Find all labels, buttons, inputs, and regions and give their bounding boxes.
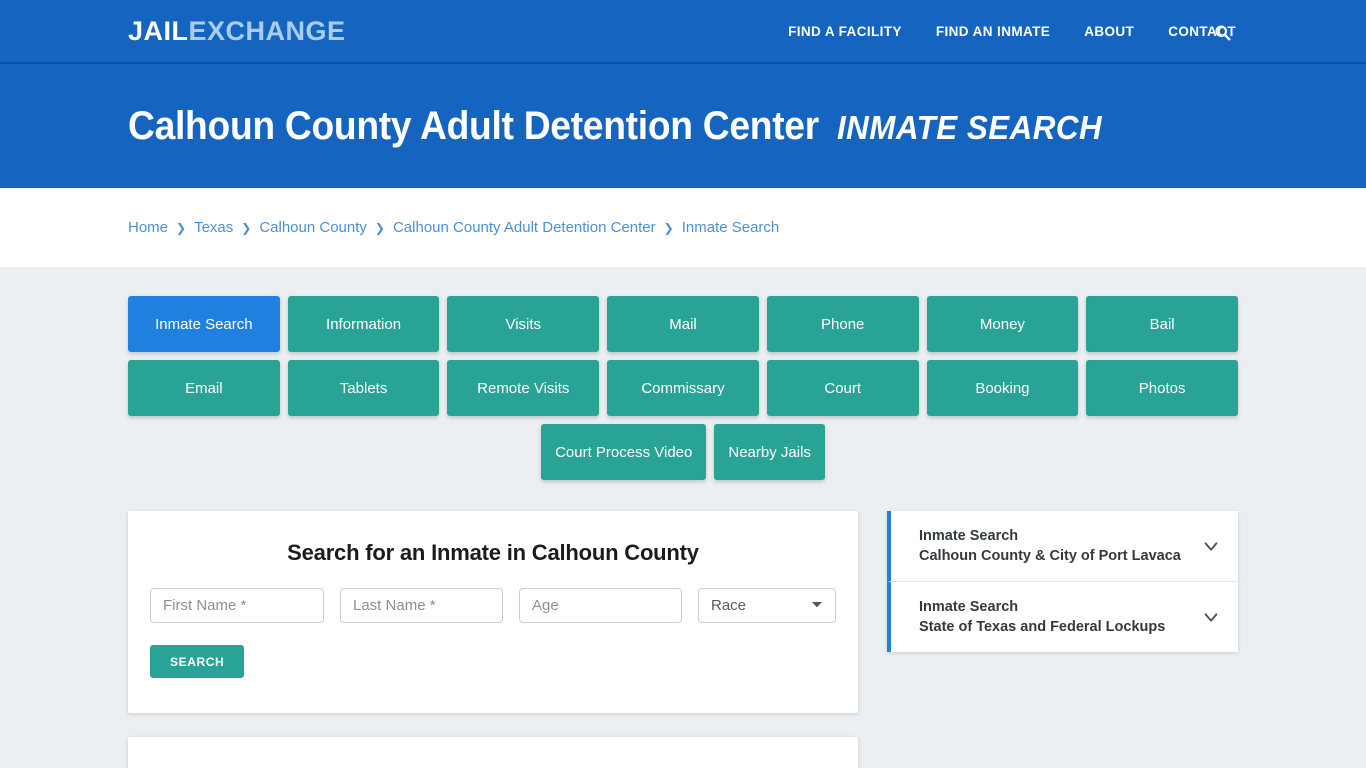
facility-tabs-row-3: Court Process Video Nearby Jails xyxy=(128,424,1238,480)
search-form-heading: Search for an Inmate in Calhoun County xyxy=(287,540,699,565)
last-name-input[interactable] xyxy=(340,588,503,623)
page-title: Calhoun County Adult Detention Center xyxy=(128,103,819,148)
race-select[interactable]: Race xyxy=(698,588,836,623)
tab-inmate-search[interactable]: Inmate Search xyxy=(128,296,280,352)
sidebar-panel-subtitle: State of Texas and Federal Lockups xyxy=(919,619,1166,635)
page-subtitle: INMATE SEARCH xyxy=(837,108,1103,146)
inmate-search-card: Search for an Inmate in Calhoun County R… xyxy=(128,511,858,713)
tab-photos[interactable]: Photos xyxy=(1086,360,1238,416)
breadcrumb-bar: Home ❯ Texas ❯ Calhoun County ❯ Calhoun … xyxy=(0,188,1366,267)
facility-tabs-row-1: Inmate Search Information Visits Mail Ph… xyxy=(128,296,1238,352)
nav-item-about[interactable]: ABOUT xyxy=(1084,24,1134,39)
breadcrumb-item-home[interactable]: Home xyxy=(128,219,168,236)
breadcrumb-separator-icon: ❯ xyxy=(241,220,252,235)
search-fields: Race xyxy=(150,588,836,623)
nav-item-find-an-inmate[interactable]: FIND AN INMATE xyxy=(936,24,1050,39)
tab-mail[interactable]: Mail xyxy=(607,296,759,352)
breadcrumb-item-texas[interactable]: Texas xyxy=(194,219,233,236)
sidebar-panel-subtitle: Calhoun County & City of Port Lavaca xyxy=(919,548,1181,564)
nav-item-find-a-facility[interactable]: FIND A FACILITY xyxy=(788,24,902,39)
tab-nearby-jails[interactable]: Nearby Jails xyxy=(714,424,825,480)
sidebar-panel-title: Inmate Search xyxy=(919,599,1019,615)
logo-text-secondary: EXCHANGE xyxy=(188,15,346,46)
tab-information[interactable]: Information xyxy=(287,296,440,352)
site-header: JAILEXCHANGE FIND A FACILITY FIND AN INM… xyxy=(0,0,1366,64)
chevron-down-icon xyxy=(1200,535,1222,557)
search-button[interactable]: SEARCH xyxy=(150,645,245,678)
sidebar-panel-title: Inmate Search xyxy=(919,528,1019,544)
chevron-down-icon xyxy=(1200,606,1222,628)
first-name-input[interactable] xyxy=(150,588,324,623)
tab-booking[interactable]: Booking xyxy=(926,360,1079,416)
sidebar-item-inmate-search-county[interactable]: Inmate Search Calhoun County & City of P… xyxy=(887,511,1238,581)
tab-email[interactable]: Email xyxy=(128,360,280,416)
breadcrumb-item-calhoun-county[interactable]: Calhoun County xyxy=(259,219,367,236)
tab-commissary[interactable]: Commissary xyxy=(607,360,759,416)
breadcrumb-item-facility[interactable]: Calhoun County Adult Detention Center xyxy=(393,219,656,236)
logo-text-primary: JAIL xyxy=(128,15,189,46)
main-column: Search for an Inmate in Calhoun County R… xyxy=(128,511,858,768)
tab-bail[interactable]: Bail xyxy=(1086,296,1238,352)
main-navigation: FIND A FACILITY FIND AN INMATE ABOUT CON… xyxy=(788,24,1236,39)
breadcrumb-separator-icon: ❯ xyxy=(663,220,674,235)
page-body: Inmate Search Information Visits Mail Ph… xyxy=(0,267,1366,768)
breadcrumb-item-inmate-search[interactable]: Inmate Search xyxy=(682,219,780,236)
secondary-content-card xyxy=(128,737,858,768)
page-banner: Calhoun County Adult Detention Center IN… xyxy=(0,64,1366,188)
site-logo[interactable]: JAILEXCHANGE xyxy=(128,15,346,46)
breadcrumb-separator-icon: ❯ xyxy=(374,220,385,235)
tab-court-process-video[interactable]: Court Process Video xyxy=(541,424,707,480)
sidebar-item-inmate-search-state[interactable]: Inmate Search State of Texas and Federal… xyxy=(887,581,1238,652)
breadcrumb: Home ❯ Texas ❯ Calhoun County ❯ Calhoun … xyxy=(128,219,779,236)
age-input[interactable] xyxy=(519,588,682,623)
facility-tabs-row-2: Email Tablets Remote Visits Commissary C… xyxy=(128,360,1238,416)
tab-phone[interactable]: Phone xyxy=(766,296,919,352)
tab-tablets[interactable]: Tablets xyxy=(287,360,440,416)
search-icon[interactable] xyxy=(1210,20,1234,44)
tab-remote-visits[interactable]: Remote Visits xyxy=(447,360,600,416)
tab-court[interactable]: Court xyxy=(766,360,919,416)
tab-money[interactable]: Money xyxy=(926,296,1079,352)
tab-visits[interactable]: Visits xyxy=(447,296,600,352)
sidebar: Inmate Search Calhoun County & City of P… xyxy=(887,511,1238,652)
breadcrumb-separator-icon: ❯ xyxy=(176,220,187,235)
